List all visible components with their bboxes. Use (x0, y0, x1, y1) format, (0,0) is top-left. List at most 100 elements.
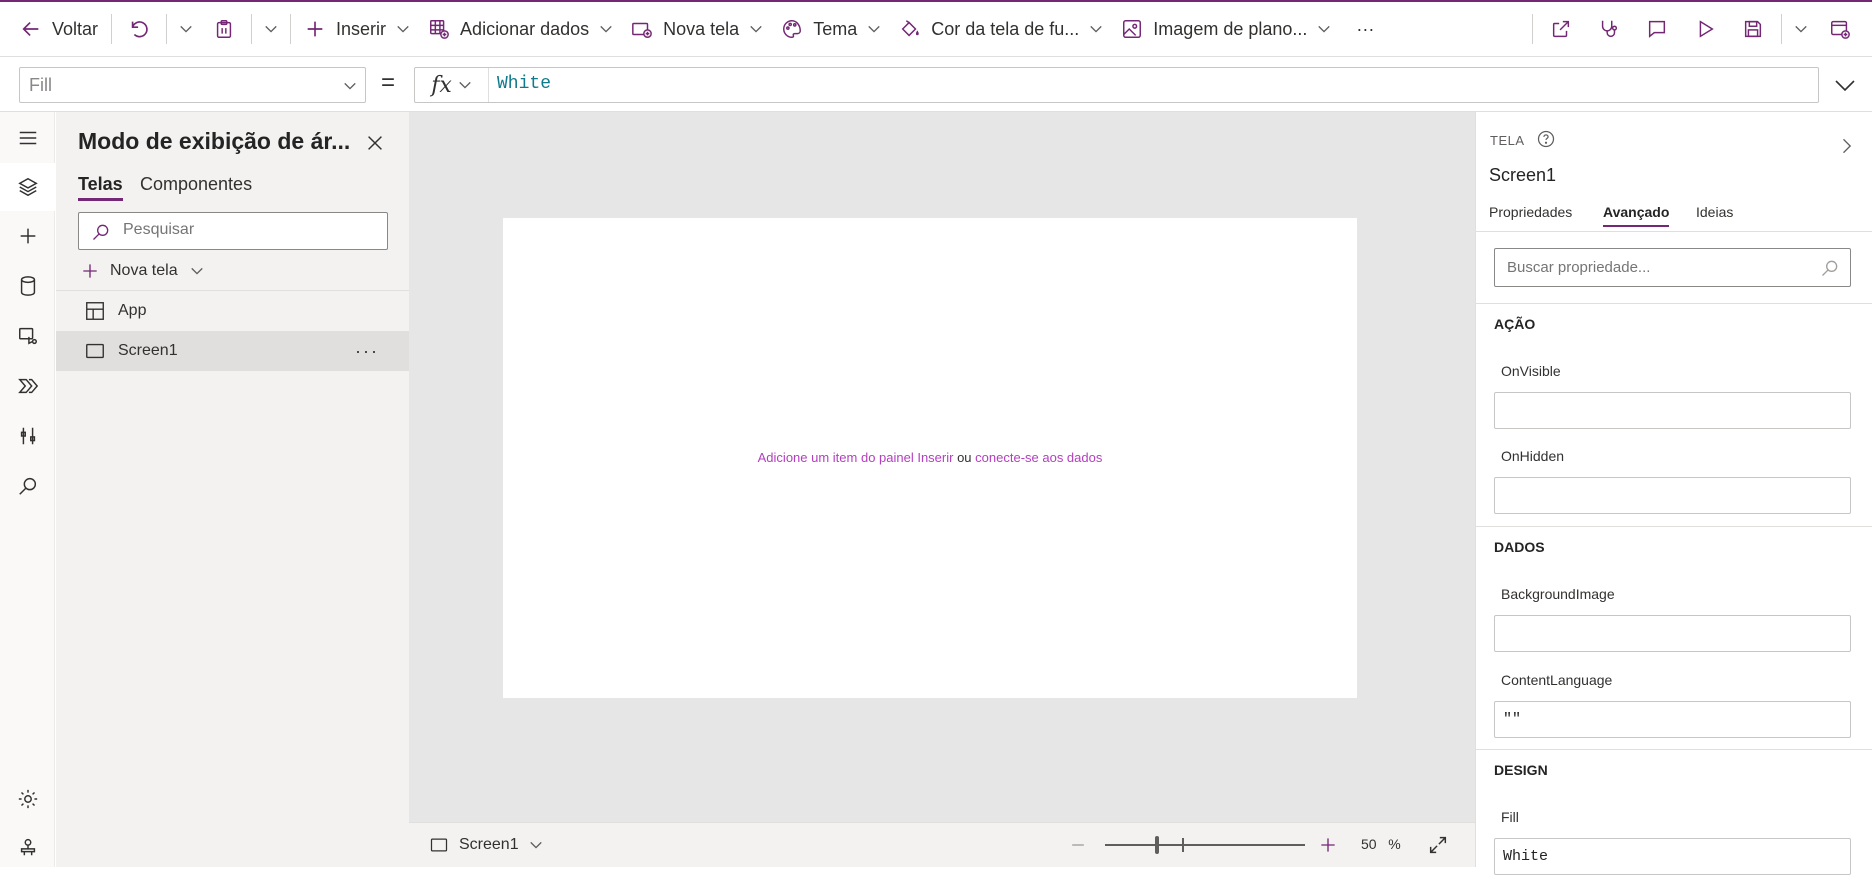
settings-rail-button[interactable] (0, 775, 55, 823)
preview-button[interactable] (1681, 2, 1729, 56)
play-icon (1699, 20, 1714, 38)
share-button[interactable] (1537, 2, 1585, 56)
function-button[interactable]: fx (415, 68, 489, 102)
empty-screen-hint: Adicione um item do painel Inserir ou co… (503, 450, 1357, 465)
formula-input[interactable]: fx White (414, 67, 1819, 103)
new-screen-button[interactable]: Nova tela (622, 2, 772, 56)
screen-icon (430, 838, 448, 852)
tab-ideas[interactable]: Ideias (1696, 204, 1733, 220)
app-icon (86, 302, 104, 320)
divider (1476, 303, 1872, 304)
property-dropdown-value: Fill (29, 75, 52, 95)
virtual-agent-rail-button[interactable] (0, 823, 55, 871)
undo-dropdown[interactable] (171, 2, 201, 56)
power-automate-rail-button[interactable] (0, 362, 55, 410)
background-image-label: Imagem de plano... (1153, 18, 1308, 39)
divider (166, 14, 168, 44)
insert-rail-button[interactable] (0, 212, 55, 260)
app-checker-button[interactable] (1585, 2, 1633, 56)
control-name[interactable]: Screen1 (1489, 165, 1556, 186)
more-options-button[interactable]: ··· (355, 341, 379, 362)
divider (1476, 231, 1872, 232)
paste-button[interactable] (201, 2, 247, 56)
add-data-label: Adicionar dados (460, 18, 590, 39)
tab-screens[interactable]: Telas (78, 174, 123, 201)
back-button[interactable]: Voltar (0, 2, 107, 56)
property-search-box[interactable] (1494, 248, 1851, 287)
tab-advanced[interactable]: Avançado (1603, 204, 1670, 227)
bot-icon (20, 838, 35, 856)
close-icon[interactable] (364, 132, 386, 154)
theme-button[interactable]: Tema (772, 2, 890, 56)
add-data-button[interactable]: Adicionar dados (419, 2, 622, 56)
insert-button[interactable]: Inserir (295, 2, 419, 56)
undo-icon (131, 21, 148, 38)
zoom-slider-thumb[interactable] (1155, 836, 1159, 854)
save-button[interactable] (1729, 2, 1777, 56)
help-icon[interactable] (1536, 129, 1556, 149)
formula-value[interactable]: White (497, 74, 551, 94)
plus-icon (20, 228, 35, 244)
expand-formula-icon[interactable] (1833, 73, 1857, 97)
media-rail-button[interactable] (0, 312, 55, 360)
property-field-onhidden[interactable] (1494, 477, 1851, 514)
tree-view-panel: Modo de exibição de ár... Telas Componen… (56, 112, 409, 867)
chevron-right-icon[interactable] (1836, 136, 1856, 156)
formula-bar: Fill = fx White (0, 57, 1872, 112)
more-label: ··· (1356, 18, 1375, 39)
chevron-down-icon (265, 25, 277, 33)
screen-canvas[interactable]: Adicione um item do painel Inserir ou co… (503, 218, 1357, 698)
property-field-contentlanguage[interactable]: "" (1494, 701, 1851, 738)
clipboard-icon (216, 20, 232, 38)
tree-search-box[interactable] (78, 212, 388, 250)
arrow-left-icon (22, 21, 39, 37)
property-field-onvisible[interactable] (1494, 392, 1851, 429)
hamburger-menu-button[interactable] (0, 114, 55, 162)
more-button[interactable]: ··· (1340, 2, 1390, 56)
back-label: Voltar (52, 18, 99, 39)
property-search-input[interactable] (1507, 259, 1807, 276)
fit-to-window-icon[interactable] (1427, 834, 1449, 856)
property-field-fill[interactable]: White (1494, 838, 1851, 875)
canvas-area: Adicione um item do painel Inserir ou co… (409, 112, 1475, 822)
zoom-in-icon[interactable] (1318, 835, 1338, 855)
palette-icon (783, 20, 802, 38)
tree-view-button[interactable] (0, 163, 55, 211)
search-icon (93, 224, 109, 240)
tree-item-screen1[interactable]: Screen1 ··· (56, 331, 409, 371)
tab-properties[interactable]: Propriedades (1489, 204, 1572, 220)
search-rail-button[interactable] (0, 462, 55, 510)
publish-button[interactable] (1816, 2, 1864, 56)
property-field-backgroundimage[interactable] (1494, 615, 1851, 652)
divider (111, 14, 113, 44)
property-dropdown[interactable]: Fill (19, 67, 366, 103)
divider (1532, 14, 1533, 44)
flow-icon (17, 378, 38, 394)
connect-data-link[interactable]: conecte-se aos dados (975, 450, 1102, 465)
data-rail-button[interactable] (0, 262, 55, 310)
paste-dropdown[interactable] (256, 2, 286, 56)
equals-sign: = (381, 69, 396, 96)
property-label: ContentLanguage (1501, 672, 1613, 688)
screen-selector[interactable]: Screen1 (429, 835, 543, 855)
save-icon (1744, 20, 1762, 38)
background-color-button[interactable]: Cor da tela de fu... (890, 2, 1112, 56)
control-type-label: TELA (1490, 133, 1525, 148)
tab-components[interactable]: Componentes (140, 174, 252, 195)
comments-button[interactable] (1633, 2, 1681, 56)
tree-item-label: App (118, 302, 147, 319)
new-screen-link[interactable]: Nova tela (80, 256, 204, 286)
tree-item-app[interactable]: App (56, 291, 409, 331)
zoom-level[interactable]: 50 % (1361, 836, 1401, 852)
zoom-out-icon[interactable] (1068, 835, 1088, 855)
save-dropdown[interactable] (1786, 2, 1816, 56)
tree-search-input[interactable] (123, 221, 373, 239)
property-label: Fill (1501, 809, 1519, 825)
background-image-button[interactable]: Imagem de plano... (1112, 2, 1340, 56)
insert-panel-link[interactable]: Adicione um item do painel Inserir (758, 450, 954, 465)
undo-button[interactable] (116, 2, 162, 56)
layers-icon (17, 177, 38, 197)
property-label: BackgroundImage (1501, 586, 1615, 602)
advanced-tools-rail-button[interactable] (0, 412, 55, 460)
zoom-slider[interactable] (1105, 844, 1305, 846)
